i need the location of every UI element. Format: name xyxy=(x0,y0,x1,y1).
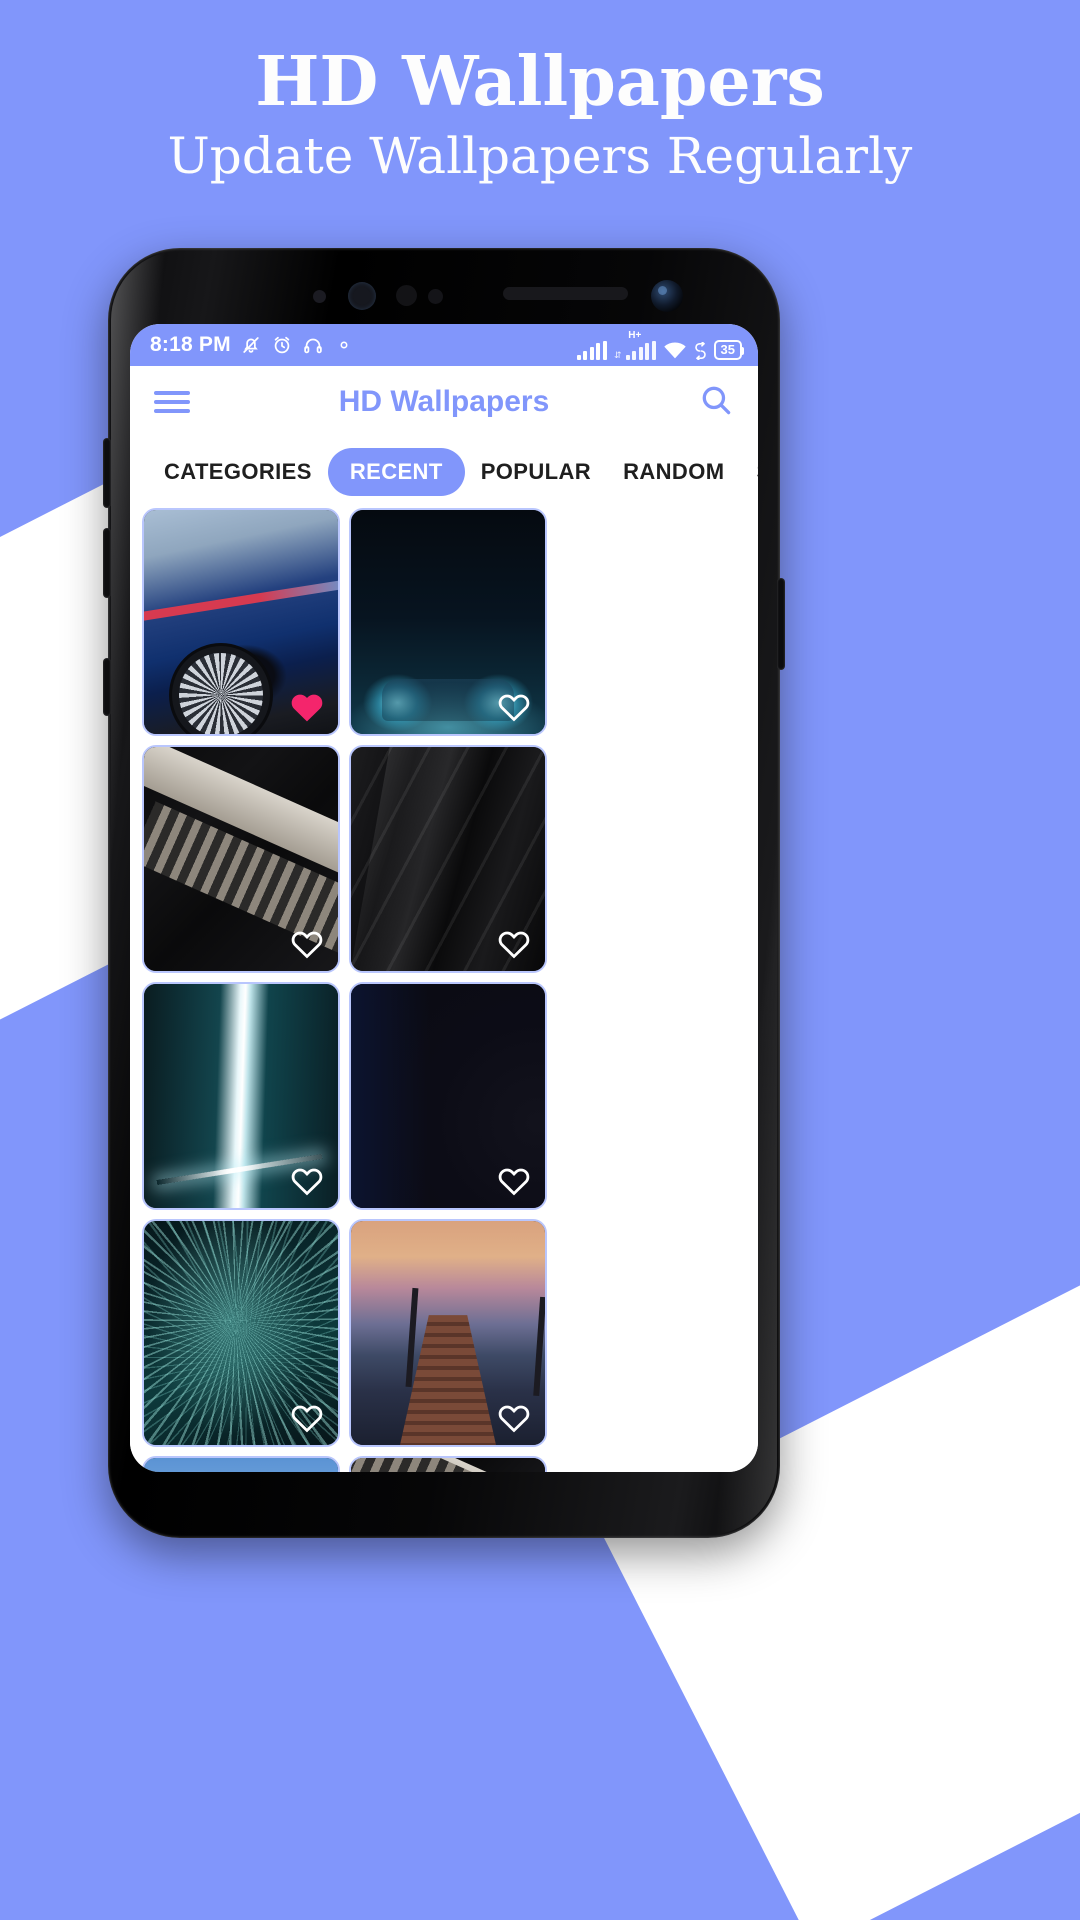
wallpaper-grid xyxy=(130,508,758,1472)
wallpaper-card-teal-light-corridor[interactable] xyxy=(142,982,340,1210)
tab-bar[interactable]: CATEGORIES RECENT POPULAR RANDOM ST xyxy=(130,438,758,508)
phone-sensor-row xyxy=(108,278,780,316)
status-bar-right: H+ ⇵ 35 xyxy=(576,329,745,360)
tab-categories[interactable]: CATEGORIES xyxy=(148,459,328,485)
wallpaper-card-butterfly-sky[interactable] xyxy=(142,1456,340,1472)
heart-icon[interactable] xyxy=(290,928,324,959)
tab-popular[interactable]: POPULAR xyxy=(465,459,607,485)
tab-recent[interactable]: RECENT xyxy=(327,448,465,496)
sync-icon xyxy=(694,341,706,360)
assistant-button[interactable] xyxy=(103,658,111,716)
phone-screen: 8:18 PM H+ ⇵ 35 HD Wallpapers CATEGORIES… xyxy=(130,324,758,1472)
signal-bars-icon xyxy=(576,340,607,360)
power-button[interactable] xyxy=(777,578,785,670)
heart-icon[interactable] xyxy=(290,691,324,722)
wallpaper-card-concrete-stairs[interactable] xyxy=(142,745,340,973)
tab-stories[interactable]: ST xyxy=(740,459,758,485)
headphones-icon xyxy=(304,338,322,354)
network-type-label: H+ xyxy=(628,329,642,341)
iris-scanner-icon xyxy=(348,282,376,310)
led-indicator-icon xyxy=(428,289,443,304)
light-sensor-icon xyxy=(396,285,417,306)
heart-icon[interactable] xyxy=(290,1165,324,1196)
wallpaper-card-black-architecture[interactable] xyxy=(349,745,547,973)
data-arrows-icon: ⇵ xyxy=(613,349,622,360)
heart-icon[interactable] xyxy=(497,691,531,722)
wifi-icon xyxy=(663,341,686,358)
tab-random[interactable]: RANDOM xyxy=(607,459,740,485)
status-bar: 8:18 PM H+ ⇵ 35 xyxy=(130,324,758,366)
status-bar-clock: 8:18 PM xyxy=(150,333,231,356)
volume-down-button[interactable] xyxy=(103,528,111,598)
phone-mockup: 8:18 PM H+ ⇵ 35 HD Wallpapers CATEGORIES… xyxy=(103,248,785,1538)
app-bar: HD Wallpapers xyxy=(130,366,758,438)
poster-headline: HD Wallpapers Update Wallpapers Regularl… xyxy=(0,0,1080,184)
wallpaper-card-blue-sports-car[interactable] xyxy=(142,508,340,736)
heart-icon[interactable] xyxy=(497,928,531,959)
wallpaper-card-sunset-pier[interactable] xyxy=(349,1219,547,1447)
page-title: HD Wallpapers xyxy=(338,385,550,418)
wallpaper-card-partial-1[interactable] xyxy=(349,1456,547,1472)
volume-up-button[interactable] xyxy=(103,438,111,508)
wallpaper-card-orange-arc-abstract[interactable] xyxy=(349,982,547,1210)
wallpaper-card-car-headlights-fog[interactable] xyxy=(349,508,547,736)
alarm-clock-icon xyxy=(274,336,290,354)
proximity-sensor-icon xyxy=(313,290,326,303)
battery-level-label: 35 xyxy=(720,341,735,357)
heart-icon[interactable] xyxy=(290,1402,324,1433)
signal-hplus-icon: H+ ⇵ xyxy=(613,329,656,360)
heart-icon[interactable] xyxy=(497,1402,531,1433)
earpiece-speaker xyxy=(503,287,628,300)
heart-icon[interactable] xyxy=(497,1165,531,1196)
hamburger-menu-icon[interactable] xyxy=(154,386,190,418)
poster-title: HD Wallpapers xyxy=(255,42,825,122)
wallpaper-thumbnail xyxy=(351,1458,545,1472)
bell-off-icon xyxy=(243,337,259,353)
front-camera-icon xyxy=(651,280,683,312)
poster-subtitle: Update Wallpapers Regularly xyxy=(167,127,913,186)
battery-icon: 35 xyxy=(713,339,745,360)
gear-icon xyxy=(340,341,348,349)
wallpaper-card-teal-water-texture[interactable] xyxy=(142,1219,340,1447)
status-bar-left: 8:18 PM xyxy=(150,333,355,357)
search-icon[interactable] xyxy=(698,382,734,423)
wallpaper-thumbnail xyxy=(144,1458,338,1472)
